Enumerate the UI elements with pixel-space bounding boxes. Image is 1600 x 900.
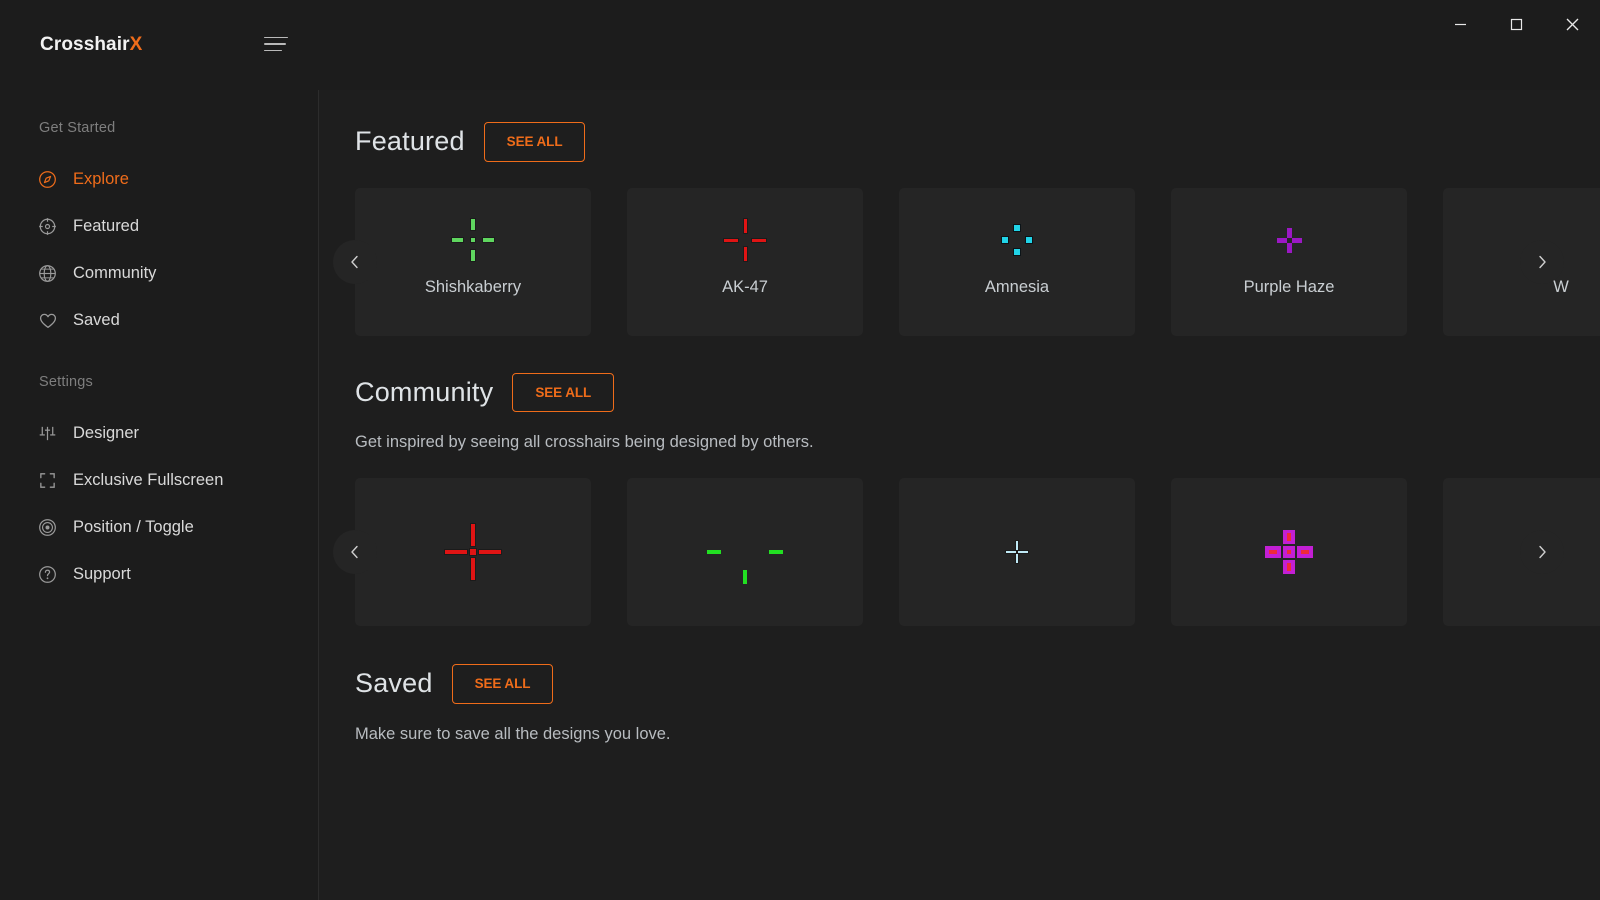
sidebar-group-label-settings: Settings — [0, 374, 318, 390]
carousel-next-featured-button[interactable] — [1520, 240, 1564, 284]
see-all-featured-button[interactable]: SEE ALL — [484, 122, 586, 162]
hamburger-line — [264, 37, 288, 39]
crosshair-preview — [627, 478, 863, 626]
crosshair-preview — [899, 478, 1135, 626]
hamburger-line — [264, 43, 286, 45]
crosshair-card[interactable]: AK-47 — [627, 188, 863, 336]
sidebar-item-exclusive-fullscreen[interactable]: Exclusive Fullscreen — [0, 457, 318, 504]
see-all-saved-button[interactable]: SEE ALL — [452, 664, 554, 704]
app-logo-accent: X — [130, 34, 143, 55]
see-all-community-button[interactable]: SEE ALL — [512, 373, 614, 413]
crosshair-card[interactable] — [899, 478, 1135, 626]
carousel-track: Shishkaberry AK-47 — [319, 188, 1600, 336]
carousel-next-community-button[interactable] — [1520, 530, 1564, 574]
target-icon — [37, 216, 58, 237]
section-header: Community SEE ALL — [319, 373, 1600, 413]
crosshair-card[interactable] — [627, 478, 863, 626]
sidebar-item-label: Explore — [73, 170, 129, 189]
section-description-saved: Make sure to save all the designs you lo… — [319, 725, 1600, 744]
section-title-featured: Featured — [355, 126, 465, 157]
crosshair-name: Purple Haze — [1171, 278, 1407, 297]
section-title-saved: Saved — [355, 668, 433, 699]
heart-icon — [37, 310, 58, 331]
question-icon — [37, 564, 58, 585]
crosshair-art-ak-47 — [715, 210, 775, 270]
crosshair-name: Amnesia — [899, 278, 1135, 297]
chevron-right-icon — [1534, 544, 1550, 560]
crosshair-name: Shishkaberry — [355, 278, 591, 297]
sidebar-item-community[interactable]: Community — [0, 250, 318, 297]
maximize-icon[interactable] — [1488, 0, 1544, 48]
section-featured: Featured SEE ALL — [319, 90, 1600, 336]
crosshair-preview — [355, 478, 591, 626]
title-bar: CrosshairX — [0, 0, 1600, 90]
sidebar-item-featured[interactable]: Featured — [0, 203, 318, 250]
chevron-right-icon — [1534, 254, 1550, 270]
section-header: Featured SEE ALL — [319, 122, 1600, 162]
sidebar: Get Started Explore Featured Community — [0, 90, 319, 900]
crosshair-art-green-dashes — [715, 522, 775, 582]
section-description-community: Get inspired by seeing all crosshairs be… — [319, 433, 1600, 452]
sidebar-item-label: Designer — [73, 424, 139, 443]
hamburger-line — [264, 50, 282, 52]
sidebar-item-support[interactable]: Support — [0, 551, 318, 598]
hamburger-icon[interactable] — [264, 33, 290, 55]
sidebar-item-saved[interactable]: Saved — [0, 297, 318, 344]
chevron-left-icon — [347, 254, 363, 270]
bullseye-icon — [37, 517, 58, 538]
chevron-left-icon — [347, 544, 363, 560]
carousel-prev-featured-button[interactable] — [333, 240, 377, 284]
crosshair-card[interactable]: Purple Haze — [1171, 188, 1407, 336]
section-community: Community SEE ALL Get inspired by seeing… — [319, 336, 1600, 627]
fullscreen-icon — [37, 470, 58, 491]
crosshair-card[interactable]: Amnesia — [899, 188, 1135, 336]
crosshair-art-red-long-cross — [443, 522, 503, 582]
carousel-community — [319, 478, 1600, 626]
crosshair-name: AK-47 — [627, 278, 863, 297]
app-body: Get Started Explore Featured Community — [0, 90, 1600, 900]
section-title-community: Community — [355, 377, 493, 408]
app-logo: CrosshairX — [40, 34, 142, 56]
compass-icon — [37, 169, 58, 190]
app-logo-name: Crosshair — [40, 34, 130, 55]
carousel-track — [319, 478, 1600, 626]
sidebar-group-label-get-started: Get Started — [0, 120, 318, 136]
crosshair-art-amnesia — [987, 210, 1047, 270]
crosshair-card[interactable]: Shishkaberry — [355, 188, 591, 336]
section-header: Saved SEE ALL — [319, 664, 1600, 704]
sidebar-item-label: Community — [73, 264, 156, 283]
sidebar-item-explore[interactable]: Explore — [0, 156, 318, 203]
crosshair-card[interactable] — [355, 478, 591, 626]
crosshair-art-blocky-plus — [1259, 522, 1319, 582]
minimize-icon[interactable] — [1432, 0, 1488, 48]
globe-icon — [37, 263, 58, 284]
window-controls — [1432, 0, 1600, 48]
sidebar-item-label: Position / Toggle — [73, 518, 194, 537]
sidebar-item-designer[interactable]: Designer — [0, 410, 318, 457]
sidebar-item-label: Exclusive Fullscreen — [73, 471, 223, 490]
app-window: CrosshairX Get Started — [0, 0, 1600, 900]
carousel-prev-community-button[interactable] — [333, 530, 377, 574]
crosshair-art-purple-haze — [1259, 210, 1319, 270]
main-content: Featured SEE ALL — [319, 90, 1600, 900]
crosshair-card[interactable] — [1171, 478, 1407, 626]
sidebar-item-label: Featured — [73, 217, 139, 236]
section-saved: Saved SEE ALL Make sure to save all the … — [319, 626, 1600, 744]
crosshair-preview — [1171, 478, 1407, 626]
crosshair-name: W — [1443, 278, 1600, 297]
sidebar-item-label: Saved — [73, 311, 120, 330]
crosshair-art-shishkaberry — [443, 210, 503, 270]
crosshair-art-light-cross — [987, 522, 1047, 582]
sliders-icon — [37, 423, 58, 444]
sidebar-item-position-toggle[interactable]: Position / Toggle — [0, 504, 318, 551]
carousel-featured: Shishkaberry AK-47 — [319, 188, 1600, 336]
close-icon[interactable] — [1544, 0, 1600, 48]
sidebar-item-label: Support — [73, 565, 131, 584]
